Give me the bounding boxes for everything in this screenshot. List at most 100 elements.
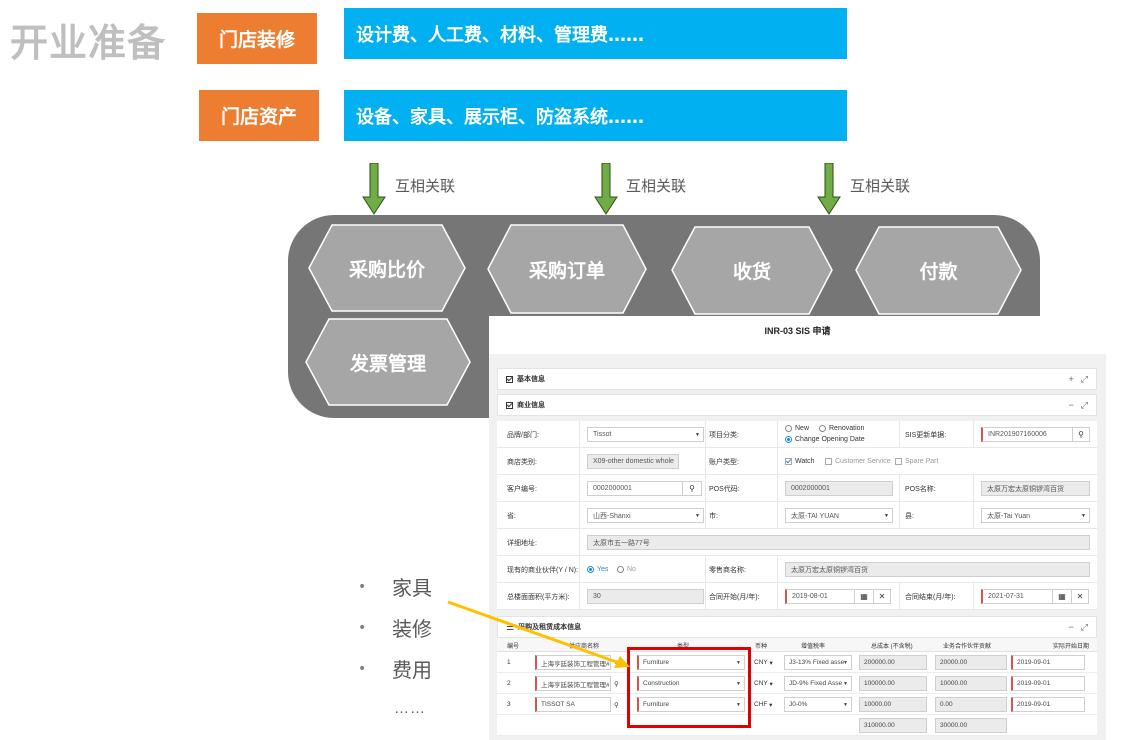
field-label: 合同结束(月/年): [905,593,956,601]
start-date-input[interactable]: 2019-09-01 [1011,697,1085,712]
brand-select[interactable]: Tissot ▼ [587,427,704,442]
search-icon[interactable]: ⚲ [614,694,619,715]
province-select[interactable]: 山西-Shanxi ▼ [587,508,704,523]
checkbox-customer-service[interactable]: Customer Service [825,448,891,475]
radio-no[interactable]: No [617,556,636,583]
supplier-input[interactable]: 上海亨廷装饰工程管理# [535,676,611,691]
expand-icon[interactable]: + [1069,374,1074,384]
process-step-label: 发票管理 [349,352,426,375]
contract-end-input[interactable]: 2021-07-31 [981,589,1053,604]
checkbox-watch[interactable]: Watch [785,448,815,475]
search-icon[interactable]: ⚲ [614,673,619,694]
pos-name-field: 太原万宏太原铜锣湾百货 [981,481,1090,496]
county-select[interactable]: 太原-Tai Yuan ▼ [981,508,1090,523]
bullet-ellipsis: …… [394,700,426,717]
total-cost-sum: 310000.00 [859,718,927,733]
column-header: 编号 [507,643,520,650]
form-row: 客户编号: 0002000001 ⚲ POS代码: 0002000001 POS… [497,475,1097,502]
checkbox-icon [506,401,513,409]
process-step-receiving: 收货 [671,226,833,315]
sis-application-form: INR-03 SIS 申请 基本信息 + ⤢ 商业信息 − ⤢ 品牌/部门: Tis… [489,316,1106,740]
supplier-input[interactable]: TISSOT SA [535,697,611,712]
calendar-icon[interactable]: ▦ [1052,589,1072,604]
search-icon[interactable]: ⚲ [614,652,619,673]
currency-select[interactable]: CHF ▾ [754,694,772,715]
section-title: 采购及租赁成本信息 [518,624,582,631]
vat-select[interactable]: J3-13% Fixed asse ▼ [784,655,852,670]
calendar-icon[interactable]: ▦ [854,589,874,604]
fullscreen-icon[interactable]: ⤢ [1081,622,1088,633]
tag-store-assets: 门店资产 [199,90,319,141]
field-label: 项目分类: [709,431,739,439]
fullscreen-icon[interactable]: ⤢ [1081,374,1088,385]
clear-icon[interactable]: ✕ [1071,589,1089,604]
area-field: 30 [587,589,704,604]
column-header: 增值税率 [801,643,826,650]
field-label: 市: [709,512,718,520]
total-cost-field: 10000.00 [859,697,927,712]
store-type-field: X09-other domestic whole [587,454,679,469]
cost-table-header: 编号 供应商名称 类型 币种 增值税率 总成本 (不含税) 业务合作伙伴贡献 实… [497,638,1097,652]
customer-number-input[interactable]: 0002000001 [587,481,683,496]
supplier-input[interactable]: 上海亨廷装饰工程管理# [535,655,611,670]
radio-yes[interactable]: Yes [587,556,608,583]
field-label: SIS更新单据: [905,431,947,439]
field-label: 详细地址: [507,539,537,547]
city-select[interactable]: 太原-TAI YUAN ▼ [785,508,893,523]
start-date-input[interactable]: 2019-09-01 [1011,676,1085,691]
retailer-name-field: 太原万宏太原铜锣湾百货 [785,562,1090,577]
start-date-input[interactable]: 2019-09-01 [1011,655,1085,670]
column-header: 总成本 (不含税) [871,643,913,650]
table-totals-row: 310000.00 30000.00 [497,715,1097,736]
column-header: 币种 [755,643,768,650]
process-step-label: 付款 [919,261,958,283]
form-row: 现有的商业伙伴(Y / N): Yes No 零售商名称: 太原万宏太原铜锣湾百… [497,556,1097,583]
currency-select[interactable]: CNY ▾ [754,652,773,673]
down-arrow-icon [594,163,618,215]
tag-store-decoration: 门店装修 [197,13,317,64]
address-field: 太原市五一路77号 [587,535,1090,550]
collapse-icon[interactable]: − [1069,622,1074,632]
currency-select[interactable]: CNY ▾ [754,673,773,694]
list-item: • 装修 [358,617,432,641]
panel-cost-info[interactable]: ☰ 采购及租赁成本信息 − ⤢ [497,616,1097,638]
column-header: 供应商名称 [569,643,600,650]
form-row: 商店类别: X09-other domestic whole 账户类型: Wat… [497,448,1097,475]
total-cost-field: 100000.00 [859,676,927,691]
section-title: 基本信息 [517,376,545,383]
panel-business-info[interactable]: 商业信息 − ⤢ [497,394,1097,416]
form-row: 品牌/部门: Tissot ▼ 项目分类: New Renovation Chan… [497,421,1097,448]
field-label: 县: [905,512,914,520]
desc-store-decoration: 设计费、人工费、材料、管理费…… [344,8,847,59]
arrow-label: 互相关联 [395,177,456,195]
table-row: 1 上海亨廷装饰工程管理# ⚲ Furniture ▼ CNY ▾ J3-13% … [497,652,1097,673]
list-item: • 费用 [358,658,432,682]
checkbox-spare-part[interactable]: Spare Part [895,448,938,475]
fullscreen-icon[interactable]: ⤢ [1081,400,1088,411]
total-contribution-sum: 30000.00 [935,718,1007,733]
panel-basic-info[interactable]: 基本信息 + ⤢ [497,368,1097,390]
sis-number-input[interactable]: INR201907160006 [981,427,1073,442]
process-step-purchase-order: 采购订单 [487,224,647,314]
field-label: 账户类型: [709,458,739,466]
contract-start-input[interactable]: 2019-08-01 [785,589,855,604]
table-row: 2 上海亨廷装饰工程管理# ⚲ Construction ▼ CNY ▾ JD-9… [497,673,1097,694]
field-label: 零售商名称: [709,566,746,574]
clear-icon[interactable]: ✕ [873,589,891,604]
vat-select[interactable]: J0-0% ▼ [784,697,852,712]
field-label: POS代码: [709,485,740,493]
field-label: POS名称: [905,485,936,493]
section-title: 商业信息 [517,402,545,409]
process-step-label: 采购比价 [348,258,425,281]
vat-select[interactable]: JD-9% Fixed Asse ▼ [784,676,852,691]
search-icon[interactable]: ⚲ [1072,427,1090,442]
field-label: 客户编号: [507,485,537,493]
field-label: 省: [507,512,516,520]
form-row: 省: 山西-Shanxi ▼ 市: 太原-TAI YUAN ▼ 县: 太原-Tai … [497,502,1097,529]
highlight-box [627,647,751,728]
checkbox-icon [506,375,513,383]
slide-title: 开业准备 [10,21,167,65]
form-row: 详细地址: 太原市五一路77号 [497,529,1097,556]
search-icon[interactable]: ⚲ [682,481,702,496]
collapse-icon[interactable]: − [1069,400,1074,410]
